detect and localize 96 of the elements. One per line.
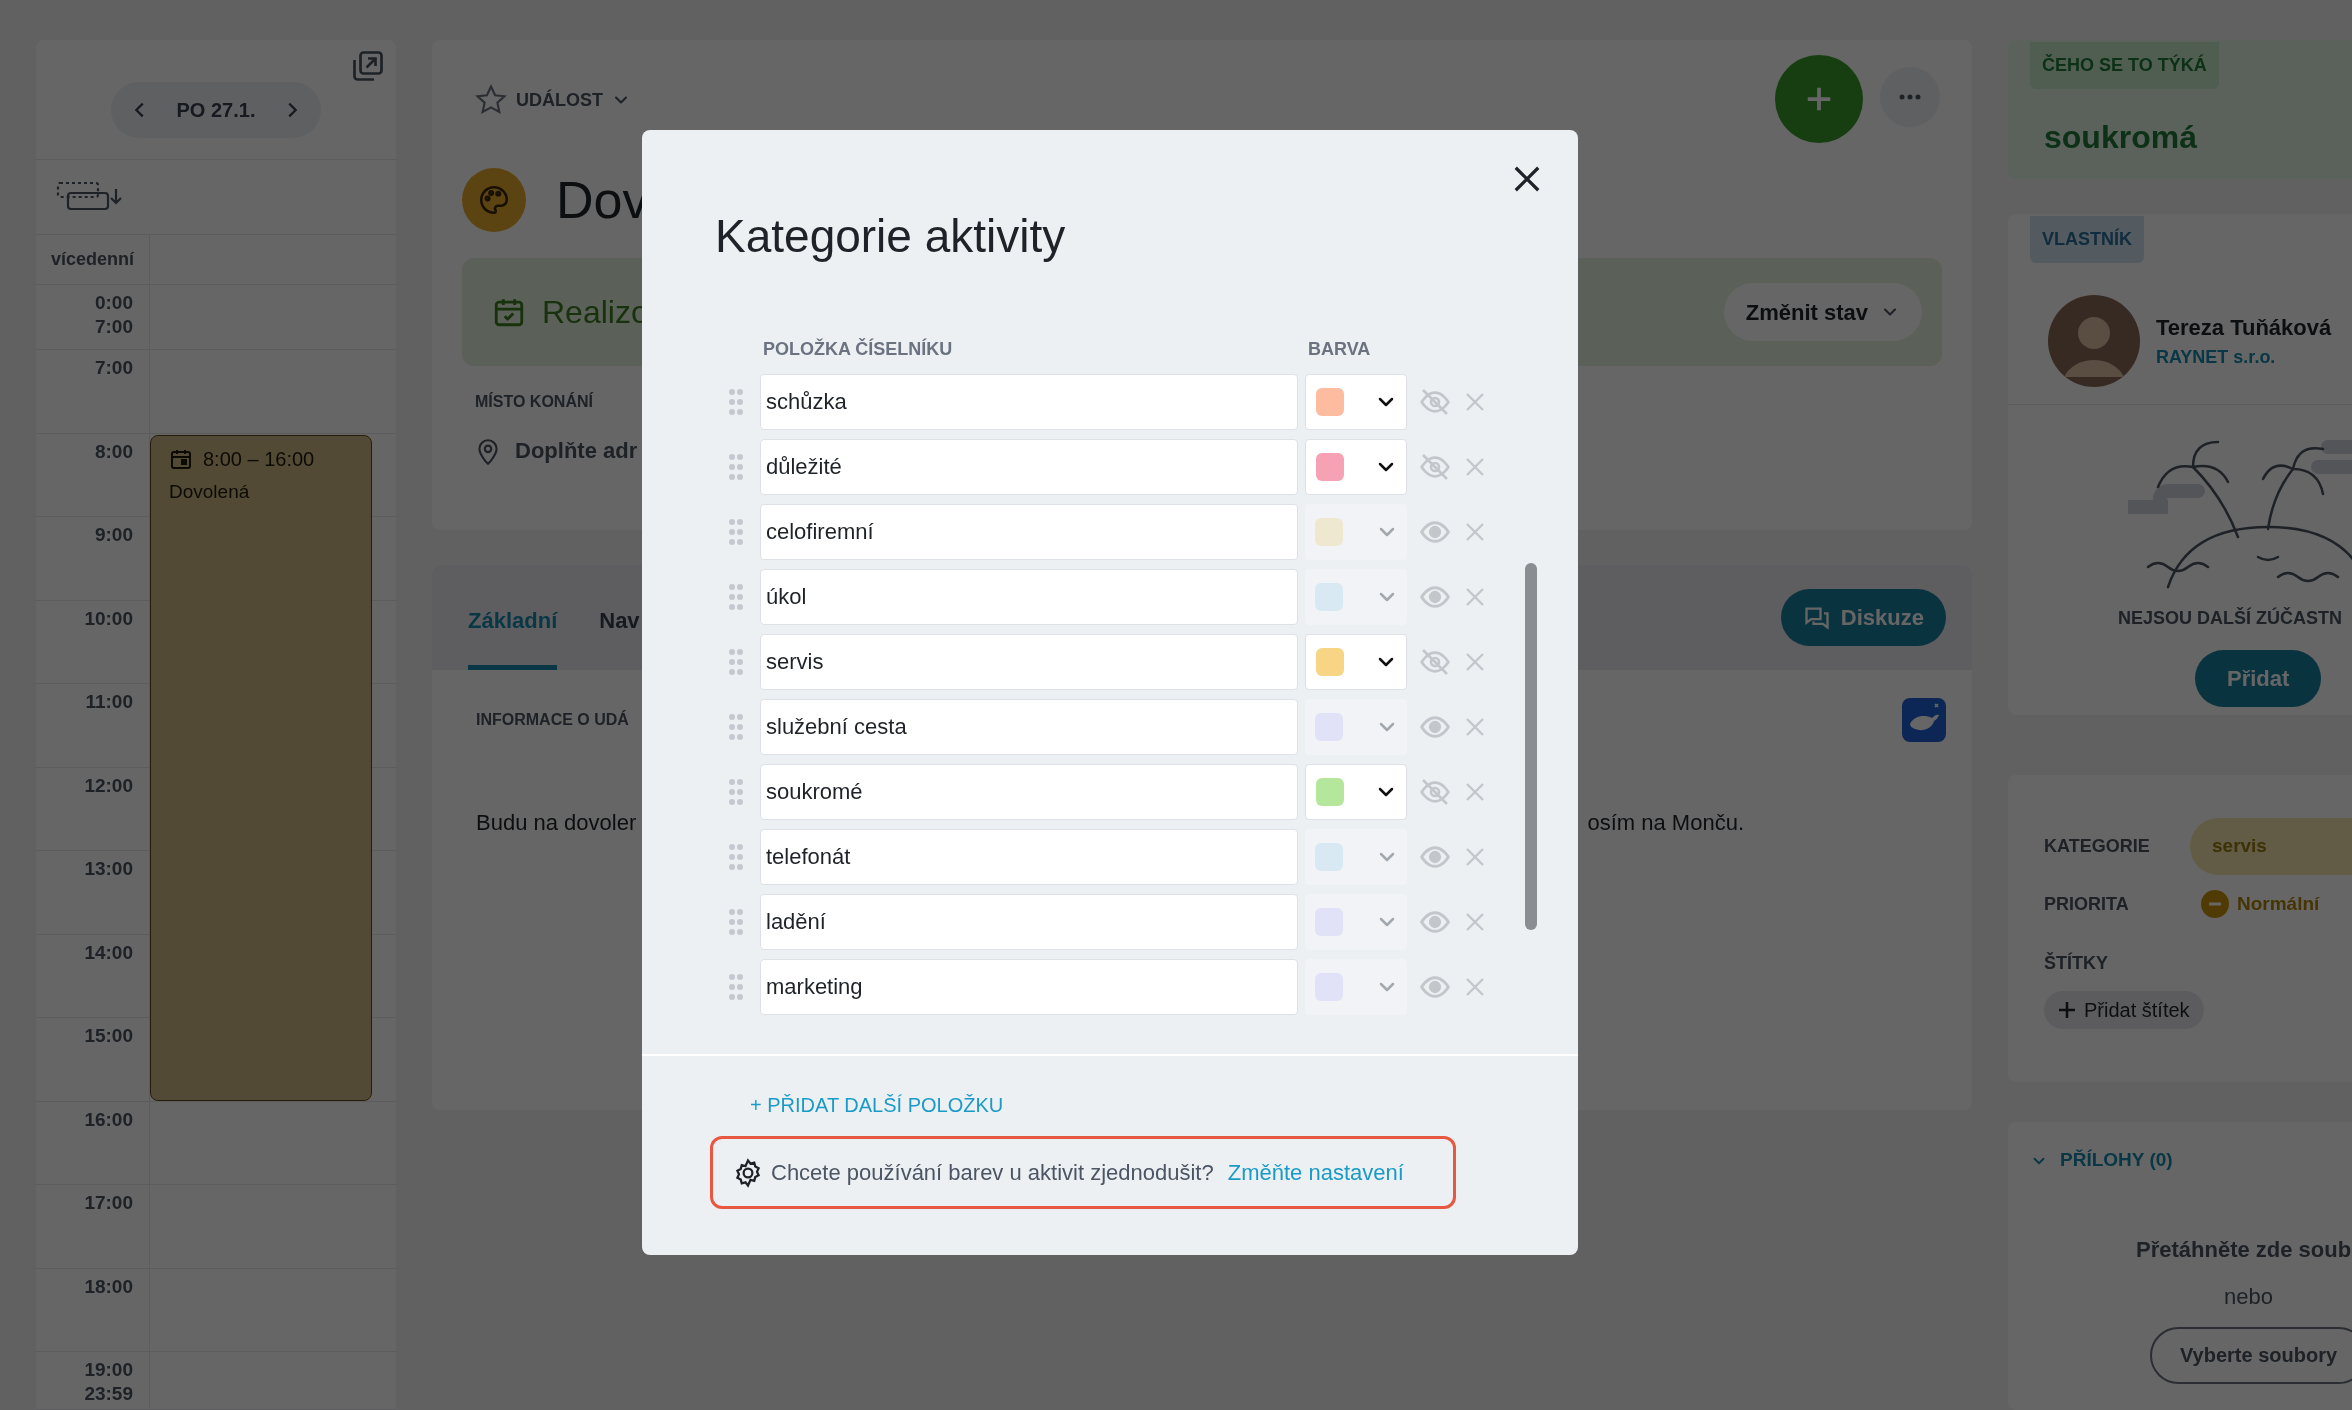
time-label: 7:00 xyxy=(94,315,133,339)
dialog-title: Kategorie aktivity xyxy=(715,209,1066,264)
input-field[interactable]: marketing xyxy=(760,958,1298,1015)
external-window-icon[interactable] xyxy=(350,48,386,84)
input-field[interactable]: soukromé xyxy=(760,763,1298,820)
description-text: Budu na dovoler xyxy=(476,809,637,837)
location-label: MÍSTO KONÁNÍ xyxy=(475,391,593,412)
drag-handle-icon[interactable] xyxy=(728,972,744,1001)
tab[interactable]: Základní xyxy=(468,575,558,670)
time-label: 11:00 xyxy=(85,690,133,714)
input-field[interactable]: služební cesta xyxy=(760,698,1298,755)
discussion-button[interactable]: Diskuze xyxy=(1780,589,1946,646)
drag-handle-icon[interactable] xyxy=(728,452,744,481)
time-label: 16:00 xyxy=(84,1107,133,1132)
more-icon xyxy=(1899,94,1921,100)
description-text: osím na Monču. xyxy=(1587,809,1744,837)
color-select[interactable] xyxy=(1305,763,1407,820)
color-select[interactable] xyxy=(1305,828,1407,885)
time-label: 12:00 xyxy=(84,773,133,798)
relates-value: soukromá xyxy=(2044,118,2197,157)
type-dropdown[interactable]: UDÁLOST xyxy=(474,80,631,120)
color-select[interactable] xyxy=(1305,698,1407,755)
field-label: ŠTÍTKY xyxy=(2044,951,2108,976)
event-time: 8:00 – 16:00 xyxy=(203,447,315,472)
category-tag[interactable]: servis xyxy=(2190,818,2352,875)
tab[interactable]: Nav xyxy=(599,575,640,670)
settings-icon[interactable] xyxy=(733,1157,763,1188)
add-tag-button[interactable]: Přidat štítek xyxy=(2044,991,2204,1030)
drop-hint: Přetáhněte zde soub xyxy=(2136,1235,2352,1264)
input-field[interactable]: telefonát xyxy=(760,828,1298,885)
settings-link[interactable]: Změňte nastavení xyxy=(1227,1156,1404,1189)
drag-handle-icon[interactable] xyxy=(728,777,744,806)
close-icon[interactable] xyxy=(1512,164,1542,194)
color-select[interactable] xyxy=(1305,373,1407,430)
time-label: 9:00 xyxy=(94,523,133,547)
section-tag: ČEHO SE TO TÝKÁ xyxy=(2030,42,2219,89)
time-label: 19:00 xyxy=(84,1358,133,1382)
date-switcher[interactable]: PO 27.1. xyxy=(111,82,321,138)
event-title: Dovolená xyxy=(169,480,251,504)
minus-circle-icon xyxy=(2201,890,2229,919)
time-label: 0:00 xyxy=(94,291,133,315)
drag-handle-icon[interactable] xyxy=(728,907,744,936)
owner-name: Tereza Tuňáková xyxy=(2156,313,2332,342)
color-select[interactable] xyxy=(1305,503,1407,560)
location-placeholder[interactable]: Doplňte adr xyxy=(515,434,638,467)
time-label: 15:00 xyxy=(84,1024,133,1048)
time-label: 18:00 xyxy=(84,1274,133,1299)
plus-icon xyxy=(2058,1001,2076,1020)
star-icon xyxy=(474,83,508,117)
drag-handle-icon[interactable] xyxy=(728,712,744,741)
time-label: 23:59 xyxy=(84,1382,133,1406)
calendar-icon xyxy=(169,447,193,471)
event-title: Dov xyxy=(556,174,649,226)
hint-text: Chcete používání barev u aktivit zjednodušit? xyxy=(771,1159,1214,1187)
input-field[interactable]: důležité xyxy=(760,438,1298,495)
section-heading: INFORMACE O UDÁ xyxy=(476,709,629,730)
input-field[interactable]: schůzka xyxy=(760,373,1298,430)
time-label: 10:00 xyxy=(84,606,133,631)
time-label: 17:00 xyxy=(84,1191,133,1215)
add-participant-button[interactable]: Přidat xyxy=(2195,649,2322,707)
column-header: BARVA xyxy=(1308,338,1371,361)
section-tag: VLASTNÍK xyxy=(2030,215,2144,263)
time-label: 8:00 xyxy=(94,439,133,464)
input-field[interactable]: celofiremní xyxy=(760,503,1298,560)
input-field[interactable]: ladění xyxy=(760,893,1298,950)
color-select[interactable] xyxy=(1305,568,1407,625)
drag-handle-icon[interactable] xyxy=(728,387,744,416)
input-field[interactable]: servis xyxy=(760,633,1298,690)
calendar-event[interactable]: 8:00 – 16:00 Dovolená xyxy=(150,435,372,1101)
time-label: 14:00 xyxy=(84,940,133,965)
time-label: 7:00 xyxy=(94,356,133,380)
multi-day-label: vícedenní xyxy=(51,248,134,271)
color-select[interactable] xyxy=(1305,958,1407,1015)
color-select[interactable] xyxy=(1305,633,1407,690)
color-select[interactable] xyxy=(1305,438,1407,495)
attachments-toggle[interactable]: PŘÍLOHY (0) xyxy=(2030,1146,2173,1175)
field-label: KATEGORIE xyxy=(2044,835,2151,858)
drag-handle-icon[interactable] xyxy=(728,842,744,871)
whale-icon[interactable] xyxy=(1902,698,1946,742)
empty-participants-text: NEJSOU DALŠÍ ZÚČASTN xyxy=(2118,606,2342,630)
priority-value: Normální xyxy=(2237,892,2320,916)
scrollbar[interactable] xyxy=(1525,563,1537,930)
input-field[interactable]: úkol xyxy=(760,568,1298,625)
or-text: nebo xyxy=(2224,1282,2273,1311)
field-label: PRIORITA xyxy=(2044,892,2130,916)
date-label: PO 27.1. xyxy=(176,98,256,123)
add-item-link[interactable]: + PŘIDAT DALŠÍ POLOŽKU xyxy=(750,1090,1004,1120)
drag-handle-icon[interactable] xyxy=(728,582,744,611)
time-label: 13:00 xyxy=(84,857,133,881)
column-header: POLOŽKA ČÍSELNÍKU xyxy=(763,337,954,361)
owner-company[interactable]: RAYNET s.r.o. xyxy=(2156,343,2332,371)
drag-handle-icon[interactable] xyxy=(728,647,744,676)
choose-files-button[interactable]: Vyberte soubory xyxy=(2150,1326,2352,1384)
color-select[interactable] xyxy=(1305,893,1407,950)
change-status-button[interactable]: Změnit stav xyxy=(1723,283,1922,341)
drag-handle-icon[interactable] xyxy=(728,517,744,546)
